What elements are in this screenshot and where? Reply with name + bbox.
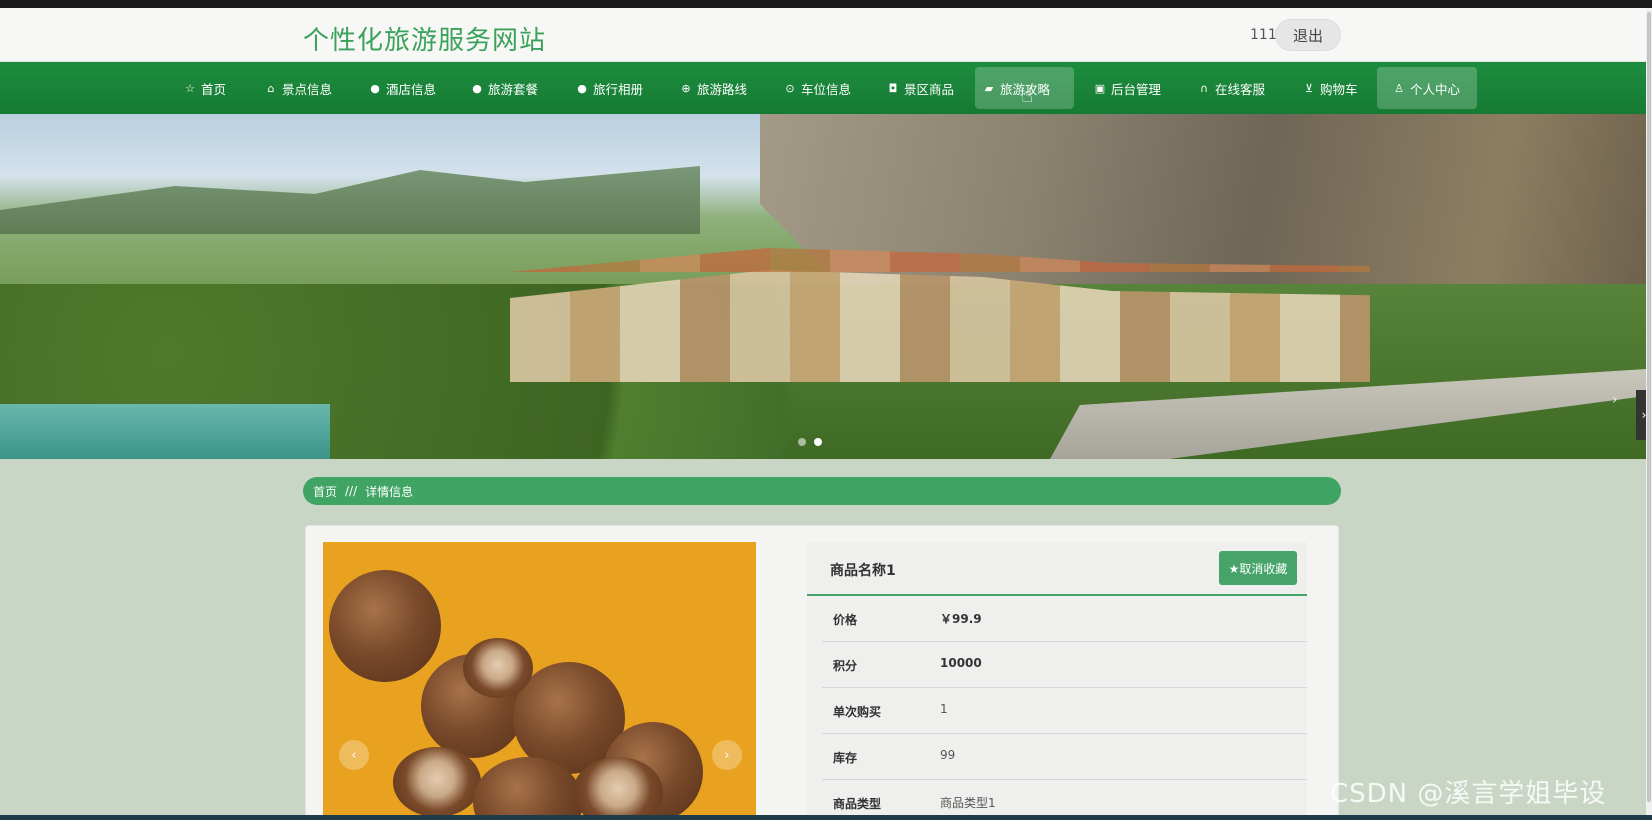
banner-dot[interactable] xyxy=(798,438,806,446)
logout-button[interactable]: 退出 xyxy=(1275,19,1341,51)
top-edge xyxy=(0,0,1652,8)
cart-icon: ⊻ xyxy=(1304,81,1314,95)
bottom-edge xyxy=(0,815,1652,820)
nav-item-label: 景区商品 xyxy=(904,81,955,97)
nav-item-routes[interactable]: ⊕ 旅游路线 xyxy=(672,67,755,109)
briefcase-icon: ▣ xyxy=(1094,81,1106,95)
scrollbar-thumb[interactable] xyxy=(1647,12,1651,802)
info-label: 价格 xyxy=(833,613,858,627)
banner-water xyxy=(0,404,330,459)
info-value: 1 xyxy=(940,702,948,716)
nav-item-label: 后台管理 xyxy=(1111,81,1162,97)
info-value: ￥99.9 xyxy=(940,612,982,626)
info-row-stock: 库存 99 xyxy=(822,734,1307,780)
product-nut xyxy=(393,747,481,817)
product-nut xyxy=(573,757,663,820)
chevron-right-icon[interactable]: › xyxy=(1612,392,1618,408)
nav-item-cart[interactable]: ⊻ 购物车 xyxy=(1295,67,1366,109)
info-row-type: 商品类型 商品类型1 xyxy=(822,780,1307,820)
nav-item-products[interactable]: ◘ 景区商品 xyxy=(879,67,962,109)
info-value: 10000 xyxy=(940,656,982,670)
chevron-right-icon[interactable]: › xyxy=(712,740,742,770)
nav-item-albums[interactable]: ● 旅行相册 xyxy=(568,67,651,109)
main-nav: ☆ 首页 ⌂ 景点信息 ● 酒店信息 ● 旅游套餐 ● 旅行相册 ⊕ 旅游路线 … xyxy=(0,62,1646,114)
nav-item-support[interactable]: ∩ 在线客服 xyxy=(1190,67,1273,109)
user-icon: ♙ xyxy=(1394,81,1404,95)
product-nut xyxy=(329,570,441,682)
product-image-carousel xyxy=(323,542,756,820)
username: 111 xyxy=(1250,27,1277,43)
nav-item-label: 旅行相册 xyxy=(593,81,644,97)
site-title: 个性化旅游服务网站 xyxy=(303,26,547,56)
nav-item-home[interactable]: ☆ 首页 xyxy=(176,67,234,109)
product-nut xyxy=(463,638,533,698)
product-name: 商品名称1 xyxy=(830,563,896,579)
camera-icon: ◘ xyxy=(888,81,898,95)
breadcrumb-current: 详情信息 xyxy=(365,484,414,499)
info-label: 单次购买 xyxy=(833,705,882,719)
nav-item-label: 景点信息 xyxy=(282,81,333,97)
info-value: 99 xyxy=(940,748,956,762)
banner-dot-active[interactable] xyxy=(814,438,822,446)
banner-dots xyxy=(798,438,822,446)
headset-icon: ∩ xyxy=(1199,81,1209,95)
nav-item-label: 个人中心 xyxy=(1410,81,1461,97)
info-row-limit: 单次购买 1 xyxy=(822,688,1307,734)
nav-item-parking[interactable]: ⊙ 车位信息 xyxy=(776,67,859,109)
car-icon: ▰ xyxy=(984,81,994,95)
info-value: 商品类型1 xyxy=(940,796,996,810)
banner-carousel[interactable]: › xyxy=(0,114,1646,459)
site-header: 个性化旅游服务网站 111 退出 xyxy=(0,8,1646,62)
product-info-header: 商品名称1 ★取消收藏 xyxy=(807,542,1307,596)
banner-mountains xyxy=(0,166,700,234)
info-label: 积分 xyxy=(833,659,858,673)
nav-item-label: 车位信息 xyxy=(801,81,852,97)
nav-item-attractions[interactable]: ⌂ 景点信息 xyxy=(257,67,340,109)
breadcrumb-home[interactable]: 首页 xyxy=(313,483,337,500)
nav-item-hotels[interactable]: ● 酒店信息 xyxy=(361,67,444,109)
globe-icon: ⊕ xyxy=(681,81,691,95)
chevron-left-icon[interactable]: ‹ xyxy=(339,740,369,770)
info-icon: ● xyxy=(577,81,587,95)
nav-item-admin[interactable]: ▣ 后台管理 xyxy=(1086,67,1169,109)
nav-item-profile[interactable]: ♙ 个人中心 xyxy=(1377,67,1477,109)
info-row-points: 积分 10000 xyxy=(822,642,1307,688)
nav-item-packages[interactable]: ● 旅游套餐 xyxy=(463,67,546,109)
info-icon: ● xyxy=(370,81,380,95)
nav-item-label: 首页 xyxy=(201,81,227,97)
mouse-cursor-icon: ☝ xyxy=(1021,83,1034,107)
watermark: CSDN @溪言学姐毕设 xyxy=(1330,779,1607,809)
info-row-price: 价格 ￥99.9 xyxy=(822,596,1307,642)
info-label: 商品类型 xyxy=(833,797,882,811)
nav-item-label: 酒店信息 xyxy=(386,81,437,97)
bag-icon: ⌂ xyxy=(267,81,275,95)
nav-item-label: 在线客服 xyxy=(1215,81,1266,97)
product-info: 商品名称1 ★取消收藏 价格 ￥99.9 积分 10000 单次购买 1 库存 … xyxy=(807,542,1307,820)
breadcrumb-separator: /// xyxy=(345,484,358,498)
info-label: 库存 xyxy=(833,751,858,765)
help-icon: ● xyxy=(472,81,482,95)
breadcrumb: 首页 /// 详情信息 xyxy=(303,477,1341,505)
nav-item-label: 购物车 xyxy=(1320,81,1358,97)
nav-item-label: 旅游路线 xyxy=(697,81,748,97)
clock-icon: ⊙ xyxy=(785,81,795,95)
nav-item-label: 旅游套餐 xyxy=(488,81,539,97)
unfavorite-button[interactable]: ★取消收藏 xyxy=(1219,551,1297,585)
star-icon: ☆ xyxy=(185,81,195,95)
